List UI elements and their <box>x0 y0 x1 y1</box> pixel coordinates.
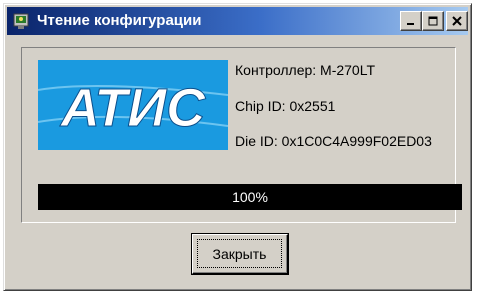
close-window-button[interactable] <box>446 11 468 31</box>
chip-id-label: Chip ID: 0x2551 <box>235 98 336 114</box>
info-panel: АТИС Контроллер: M-270LT Chip ID: 0x2551… <box>21 47 462 223</box>
company-logo: АТИС <box>38 60 228 150</box>
dialog-window: Чтение конфигурации АТИС Контроллер: M-2… <box>3 3 472 291</box>
minimize-button[interactable] <box>400 11 422 31</box>
progress-bar: 100% <box>38 184 462 210</box>
progress-text: 100% <box>232 189 268 205</box>
title-bar[interactable]: Чтение конфигурации <box>7 7 468 35</box>
maximize-icon <box>428 16 438 26</box>
die-id-label: Die ID: 0x1C0C4A999F02ED03 <box>235 133 432 149</box>
minimize-icon <box>407 23 414 25</box>
close-icon <box>452 16 462 26</box>
logo-graphic: АТИС <box>38 78 228 139</box>
maximize-button[interactable] <box>422 11 444 31</box>
logo-text: АТИС <box>59 78 206 138</box>
app-icon <box>13 13 29 29</box>
window-title: Чтение конфигурации <box>37 12 202 29</box>
close-button-label: Закрыть <box>197 239 282 268</box>
close-button[interactable]: Закрыть <box>192 234 288 274</box>
controller-label: Контроллер: M-270LT <box>235 62 376 78</box>
